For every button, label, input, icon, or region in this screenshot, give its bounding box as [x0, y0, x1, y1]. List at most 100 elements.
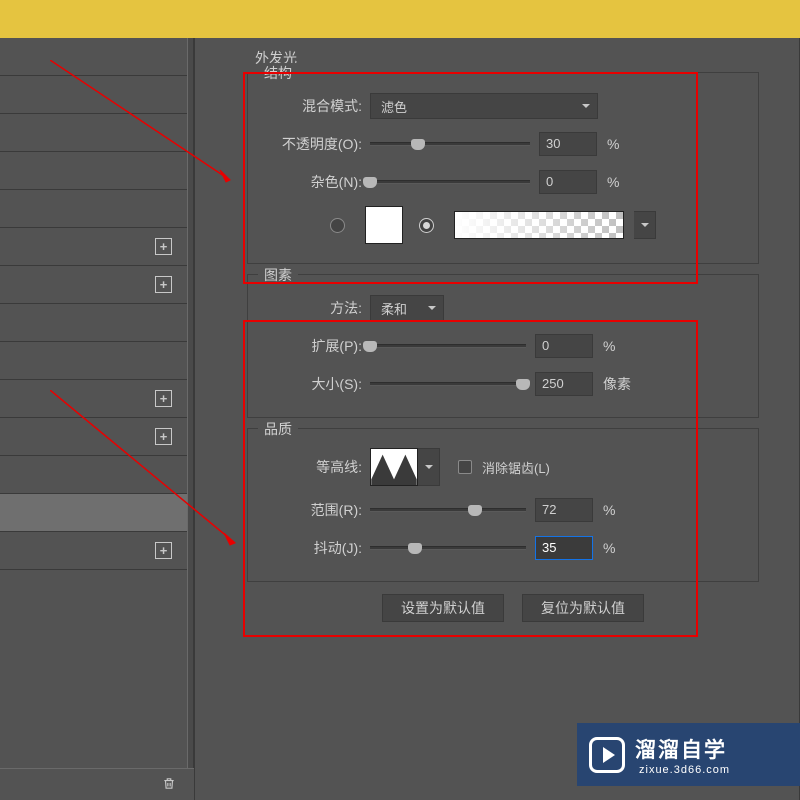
structure-group: 结构 混合模式: 滤色 不透明度(O): 30 % 杂色(N): [247, 72, 759, 264]
slider-thumb[interactable] [516, 379, 530, 390]
contour-label: 等高线: [254, 457, 370, 477]
slider-thumb[interactable] [363, 177, 377, 188]
quality-legend: 品质 [258, 419, 298, 439]
scrollbar[interactable] [187, 38, 194, 768]
antialias-label: 消除锯齿(L) [482, 458, 550, 477]
slider-thumb[interactable] [411, 139, 425, 150]
blend-mode-value: 滤色 [381, 97, 407, 116]
chevron-down-icon [424, 460, 434, 475]
opacity-row: 不透明度(O): 30 % [254, 125, 744, 163]
blend-mode-label: 混合模式: [254, 96, 370, 116]
technique-select[interactable]: 柔和 [370, 295, 444, 321]
spread-slider[interactable] [370, 344, 526, 348]
jitter-row: 抖动(J): 35 % [254, 529, 744, 567]
noise-slider[interactable] [370, 180, 530, 184]
unit-label: % [603, 338, 641, 354]
plus-icon[interactable]: + [155, 390, 172, 407]
list-item[interactable]: + [0, 266, 194, 304]
gradient-radio[interactable] [419, 218, 434, 233]
watermark: 溜溜自学 zixue.3d66.com [577, 723, 800, 786]
jitter-label: 抖动(J): [254, 538, 370, 558]
chevron-down-icon [640, 218, 650, 233]
jitter-input[interactable]: 35 [535, 536, 593, 560]
list-item[interactable] [0, 190, 194, 228]
unit-label: % [603, 540, 641, 556]
unit-label: % [607, 174, 645, 190]
blend-mode-row: 混合模式: 滤色 [254, 87, 744, 125]
opacity-slider[interactable] [370, 142, 530, 146]
range-input[interactable]: 72 [535, 498, 593, 522]
technique-row: 方法: 柔和 [254, 289, 744, 327]
unit-label: 像素 [603, 374, 641, 394]
plus-icon[interactable]: + [155, 238, 172, 255]
watermark-text: 溜溜自学 zixue.3d66.com [635, 734, 730, 776]
opacity-label: 不透明度(O): [254, 134, 370, 154]
size-label: 大小(S): [254, 374, 370, 394]
spread-input[interactable]: 0 [535, 334, 593, 358]
set-default-button[interactable]: 设置为默认值 [382, 594, 504, 622]
range-row: 范围(R): 72 % [254, 491, 744, 529]
slider-thumb[interactable] [468, 505, 482, 516]
technique-value: 柔和 [381, 299, 407, 318]
list-item[interactable] [0, 38, 194, 76]
noise-label: 杂色(N): [254, 172, 370, 192]
trash-icon[interactable] [162, 776, 176, 794]
technique-label: 方法: [254, 298, 370, 318]
structure-legend: 结构 [258, 63, 298, 83]
jitter-slider[interactable] [370, 546, 526, 550]
panel-footer [0, 768, 194, 800]
solid-color-radio[interactable] [330, 218, 345, 233]
gradient-dropdown[interactable] [634, 211, 656, 239]
elements-legend: 图素 [258, 265, 298, 285]
list-item[interactable] [0, 152, 194, 190]
contour-row: 等高线: 消除锯齿(L) [254, 443, 744, 491]
size-input[interactable]: 250 [535, 372, 593, 396]
watermark-cn: 溜溜自学 [635, 734, 730, 764]
antialias-checkbox[interactable] [458, 460, 472, 474]
unit-label: % [607, 136, 645, 152]
list-item[interactable] [0, 342, 194, 380]
noise-input[interactable]: 0 [539, 170, 597, 194]
slider-thumb[interactable] [408, 543, 422, 554]
plus-icon[interactable]: + [155, 276, 172, 293]
gradient-swatch[interactable] [454, 211, 624, 239]
blend-mode-select[interactable]: 滤色 [370, 93, 598, 119]
list-item[interactable]: + [0, 380, 194, 418]
default-buttons-row: 设置为默认值 复位为默认值 [247, 594, 779, 622]
fill-type-row [254, 201, 744, 249]
elements-group: 图素 方法: 柔和 扩展(P): 0 % 大小(S): [247, 274, 759, 418]
opacity-input[interactable]: 30 [539, 132, 597, 156]
color-swatch[interactable] [365, 206, 403, 244]
list-item[interactable]: + [0, 532, 194, 570]
chevron-down-icon [427, 301, 437, 316]
list-item[interactable]: + [0, 228, 194, 266]
range-slider[interactable] [370, 508, 526, 512]
spread-row: 扩展(P): 0 % [254, 327, 744, 365]
effects-list-panel: + + + + + [0, 38, 195, 800]
unit-label: % [603, 502, 641, 518]
outer-glow-panel: 外发光 结构 混合模式: 滤色 不透明度(O): 30 % 杂色(N): [195, 38, 800, 800]
list-item[interactable] [0, 456, 194, 494]
list-item[interactable] [0, 76, 194, 114]
slider-thumb[interactable] [363, 341, 377, 352]
list-item[interactable]: + [0, 418, 194, 456]
chevron-down-icon [581, 99, 591, 114]
size-slider[interactable] [370, 382, 526, 386]
main-body: + + + + + 外发光 结构 混合模式: [0, 38, 800, 800]
plus-icon[interactable]: + [155, 428, 172, 445]
range-label: 范围(R): [254, 500, 370, 520]
list-item[interactable] [0, 304, 194, 342]
window-chrome-bar [0, 0, 800, 38]
spread-label: 扩展(P): [254, 336, 370, 356]
size-row: 大小(S): 250 像素 [254, 365, 744, 403]
noise-row: 杂色(N): 0 % [254, 163, 744, 201]
contour-dropdown[interactable] [418, 448, 440, 486]
play-icon [589, 737, 625, 773]
list-item-selected[interactable] [0, 494, 194, 532]
plus-icon[interactable]: + [155, 542, 172, 559]
quality-group: 品质 等高线: 消除锯齿(L) 范围(R): 72 % [247, 428, 759, 582]
watermark-url: zixue.3d66.com [635, 764, 730, 776]
reset-default-button[interactable]: 复位为默认值 [522, 594, 644, 622]
contour-swatch[interactable] [370, 448, 418, 486]
list-item[interactable] [0, 114, 194, 152]
